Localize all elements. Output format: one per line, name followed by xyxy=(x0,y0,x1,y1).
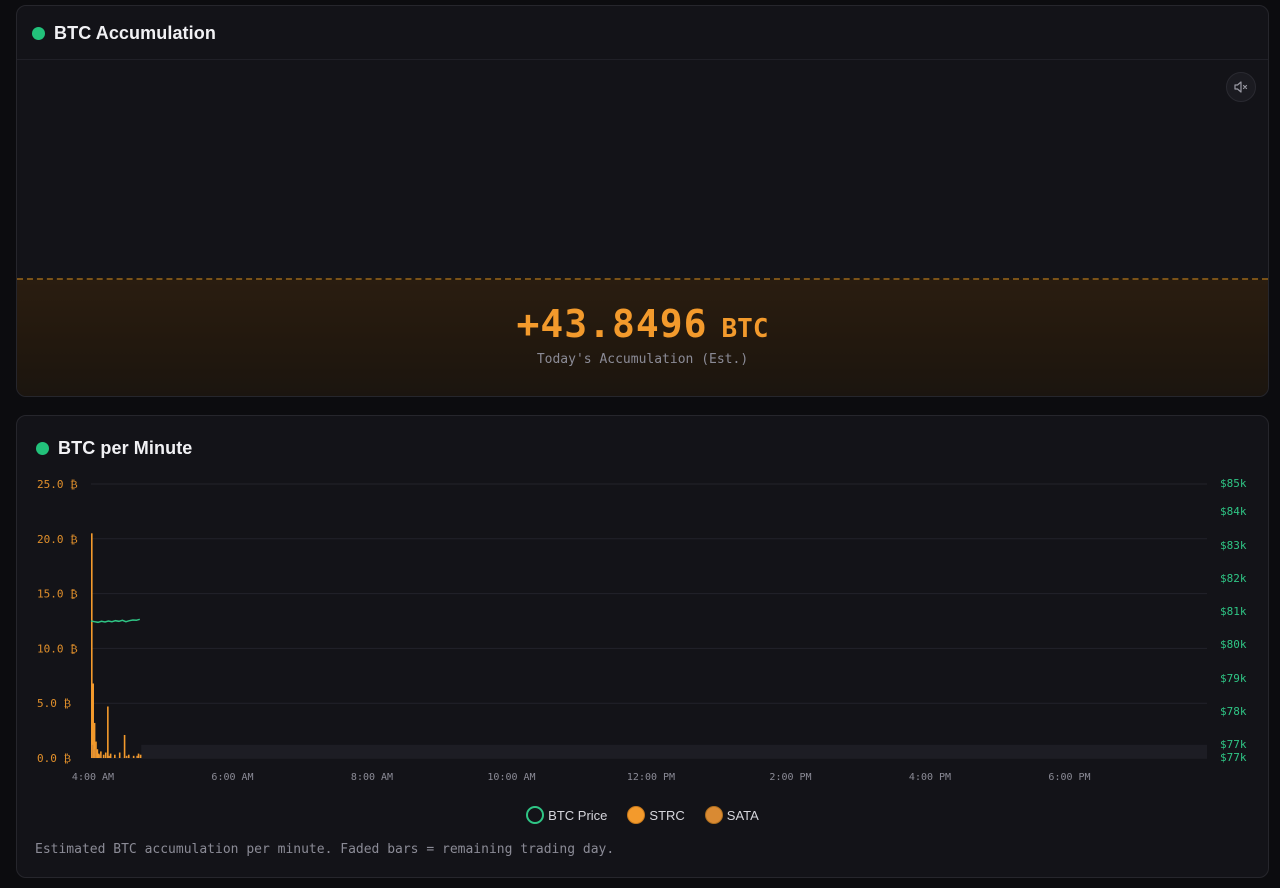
strc-bar xyxy=(91,533,93,758)
btc-price-line xyxy=(90,618,141,624)
x-tick-label: 12:00 PM xyxy=(627,772,675,783)
btc-per-minute-chart: 25.0 ₿ 20.0 ₿ 15.0 ₿ 10.0 ₿ 5.0 ₿ 0.0 ₿ $85k $8… xyxy=(37,477,1247,783)
strc-bar xyxy=(96,749,99,758)
y-right-tick-label: $77k xyxy=(1220,738,1247,751)
btc-per-minute-card: BTC per Minute 25.0 ₿ 20.0 ₿ 15.0 ₿ 10.0 ₿ 5… xyxy=(16,415,1269,878)
sata-bar xyxy=(136,755,138,758)
mute-button[interactable] xyxy=(1226,72,1256,102)
x-tick-label: 6:00 PM xyxy=(1048,772,1090,783)
y-left-tick-label: 25.0 ₿ xyxy=(37,478,78,491)
y-left-tick-label: 5.0 ₿ xyxy=(37,697,71,710)
y-left-tick-label: 10.0 ₿ xyxy=(37,642,78,655)
speaker-muted-icon xyxy=(1234,81,1248,93)
sata-bar xyxy=(99,754,101,758)
legend-swatch-sata xyxy=(704,806,723,824)
x-tick-label: 8:00 AM xyxy=(351,772,393,783)
y-right-tick-label: $82k xyxy=(1220,572,1247,585)
accumulation-value: +43.8496 BTC xyxy=(17,302,1268,346)
btc-accumulation-card: BTC Accumulation +43.8496 BTC Today's Acc… xyxy=(16,5,1269,397)
y-right-tick-label: $81k xyxy=(1220,605,1247,618)
x-tick-label: 2:00 PM xyxy=(769,772,811,783)
x-tick-label: 4:00 PM xyxy=(909,772,951,783)
accumulation-unit: BTC xyxy=(721,314,769,344)
sata-bar xyxy=(108,755,111,758)
strc-bar xyxy=(104,752,107,758)
strc-bar xyxy=(97,753,100,758)
legend-label: BTC Price xyxy=(548,807,608,823)
y-right-tick-label: $78k xyxy=(1220,705,1247,718)
x-tick-label: 6:00 AM xyxy=(211,772,253,783)
legend-item-strc[interactable]: STRC xyxy=(627,806,685,824)
x-tick-label: 4:00 AM xyxy=(72,772,114,783)
legend-item-sata[interactable]: SATA xyxy=(704,806,759,824)
card-title: BTC Accumulation xyxy=(54,23,216,43)
y-right-tick-label: $80k xyxy=(1220,638,1247,651)
legend-label: STRC xyxy=(649,807,685,823)
live-status-dot xyxy=(32,27,45,40)
strc-bar xyxy=(118,752,121,758)
y-left-tick-label: 15.0 ₿ xyxy=(37,588,78,601)
strc-bar xyxy=(132,755,135,758)
legend-item-btc-price[interactable]: BTC Price xyxy=(526,806,607,824)
y-left-tick-label: 0.0 ₿ xyxy=(37,752,71,765)
chart-legend: BTC Price STRC SATA xyxy=(17,806,1268,824)
strc-bar xyxy=(123,734,126,758)
remaining-day-faded-bars xyxy=(141,744,1208,758)
strc-bar xyxy=(102,754,105,758)
sata-bar xyxy=(94,749,97,758)
accumulation-number: +43.8496 xyxy=(516,302,708,346)
y-right-tick-label: $77k xyxy=(1220,751,1247,764)
x-tick-label: 10:00 AM xyxy=(487,772,535,783)
y-left-tick-label: 20.0 ₿ xyxy=(37,533,78,546)
sata-bar xyxy=(91,744,94,758)
card-header: BTC Accumulation xyxy=(17,6,1268,60)
strc-bar xyxy=(137,753,140,758)
y-right-tick-label: $84k xyxy=(1220,505,1247,518)
chart-footnote: Estimated BTC accumulation per minute. F… xyxy=(35,842,615,857)
accumulation-caption: Today's Accumulation (Est.) xyxy=(536,352,749,367)
y-right-tick-label: $83k xyxy=(1220,539,1247,552)
legend-label: SATA xyxy=(726,807,759,823)
legend-swatch-btc-price xyxy=(526,806,545,824)
sata-bar xyxy=(125,755,128,758)
strc-bar xyxy=(107,706,109,758)
strc-bar xyxy=(109,753,112,758)
strc-bar xyxy=(114,754,116,758)
y-right-tick-label: $79k xyxy=(1220,672,1247,685)
y-right-tick-label: $85k xyxy=(1220,477,1247,490)
legend-swatch-strc xyxy=(627,806,646,824)
strc-bar xyxy=(127,754,130,758)
strc-bar xyxy=(139,754,142,758)
